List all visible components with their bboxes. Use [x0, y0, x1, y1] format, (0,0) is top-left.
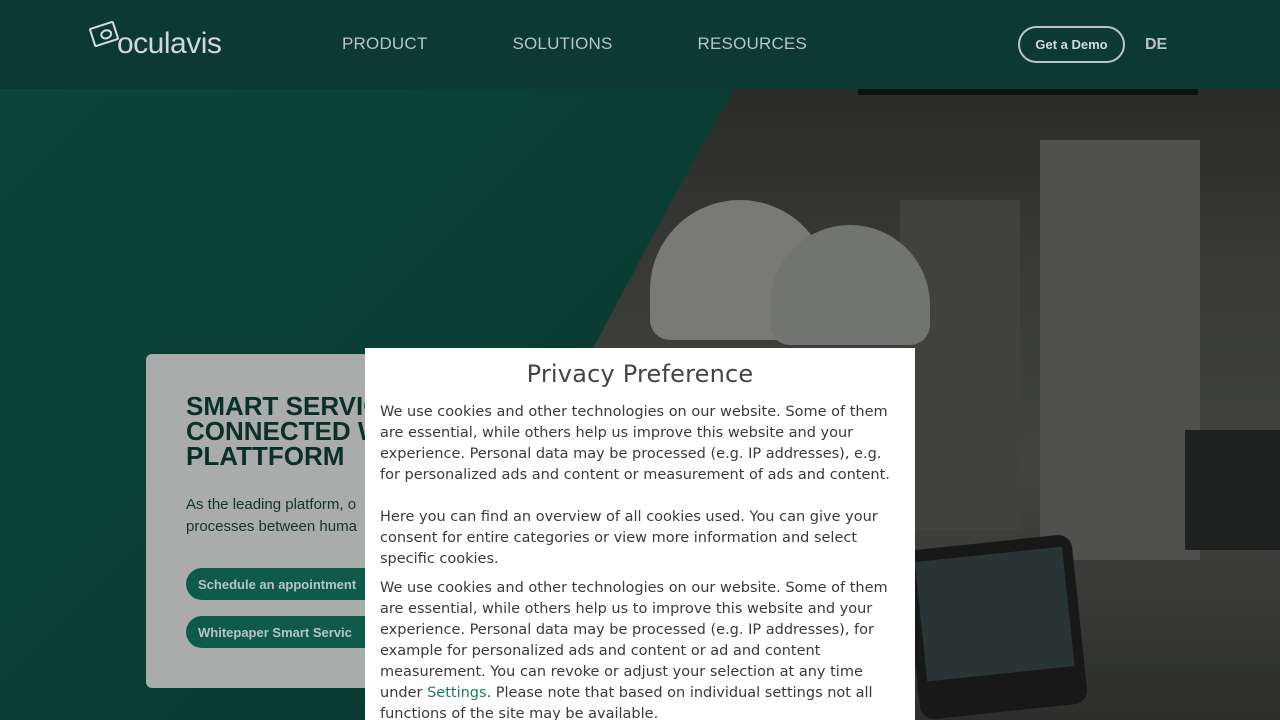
- eye-logo-icon: [88, 20, 120, 48]
- get-a-demo-button[interactable]: Get a Demo: [1018, 26, 1125, 63]
- modal-title: Privacy Preference: [526, 360, 754, 388]
- nav-solutions[interactable]: SOLUTIONS: [512, 34, 612, 54]
- modal-text: We use cookies and other technologies on…: [380, 580, 888, 701]
- site-header: oculavis PRODUCT SOLUTIONS RESOURCES Get…: [0, 0, 1280, 89]
- settings-link[interactable]: Settings: [427, 685, 486, 701]
- logo-text: oculavis: [117, 27, 222, 60]
- modal-paragraph: We use cookies and other technologies on…: [380, 404, 890, 483]
- logo[interactable]: oculavis: [88, 20, 222, 64]
- modal-paragraph: We use cookies and other technologies on…: [380, 578, 900, 720]
- language-switch[interactable]: DE: [1145, 36, 1167, 54]
- privacy-modal: Privacy Preference We use cookies and ot…: [365, 348, 915, 720]
- nav-resources[interactable]: RESOURCES: [698, 34, 808, 54]
- main-nav: PRODUCT SOLUTIONS RESOURCES: [342, 34, 892, 54]
- modal-paragraph: Here you can find an overview of all coo…: [380, 509, 878, 567]
- nav-product[interactable]: PRODUCT: [342, 34, 427, 54]
